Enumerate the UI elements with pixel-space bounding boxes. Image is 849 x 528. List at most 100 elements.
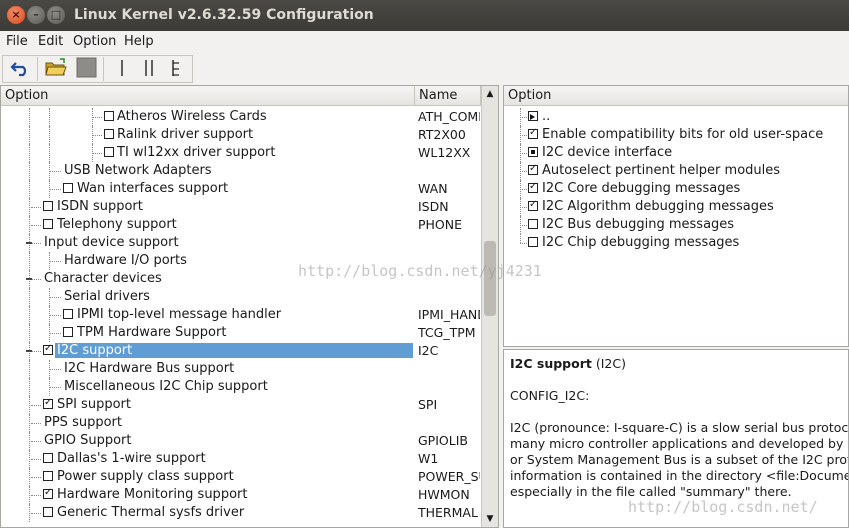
sub-option-row[interactable]: I2C Bus debugging messages: [504, 216, 844, 234]
tree-row[interactable]: USB Network Adapters: [1, 162, 481, 180]
tree-line: [29, 126, 30, 144]
save-icon[interactable]: [75, 57, 99, 79]
checkbox-icon[interactable]: [43, 219, 53, 229]
sub-option-row[interactable]: I2C Chip debugging messages: [504, 234, 844, 252]
tree-line: [29, 414, 30, 432]
scroll-up-arrow-icon[interactable]: ▲: [482, 86, 498, 102]
sub-option-row[interactable]: I2C Algorithm debugging messages: [504, 198, 844, 216]
tree-row[interactable]: TPM Hardware Support TCG_TPM: [1, 324, 481, 342]
tree-row[interactable]: I2C support I2C: [1, 342, 481, 360]
checked-checkbox-icon[interactable]: [43, 399, 53, 409]
sub-option-label: I2C Bus debugging messages: [542, 217, 735, 232]
sub-option-panel[interactable]: Option .. Enable compatibility bits for o…: [503, 85, 849, 347]
minimize-button[interactable]: –: [27, 6, 45, 24]
tree-line: [29, 216, 30, 234]
tree-line: [31, 423, 41, 424]
checked-checkbox-icon[interactable]: [528, 129, 538, 139]
checkbox-icon[interactable]: [63, 327, 73, 337]
tree-row[interactable]: IPMI top-level message handler IPMI_HANDL…: [1, 306, 481, 324]
checkbox-icon[interactable]: [104, 129, 114, 139]
checkbox-icon[interactable]: [104, 111, 114, 121]
checkbox-icon[interactable]: [63, 183, 73, 193]
sub-option-row[interactable]: ..: [504, 108, 844, 126]
tree-row-label: Atheros Wireless Cards: [117, 109, 267, 124]
tree-row[interactable]: Miscellaneous I2C Chip support: [1, 378, 481, 396]
checkbox-icon[interactable]: [63, 309, 73, 319]
tree-row[interactable]: Dallas's 1-wire support W1: [1, 450, 481, 468]
help-line: many micro controller applications and d…: [510, 436, 849, 451]
tree-line: [520, 171, 527, 172]
menu-edit[interactable]: Edit: [38, 34, 63, 49]
menu-option[interactable]: Option: [73, 34, 116, 49]
checkbox-icon[interactable]: [528, 237, 538, 247]
checked-checkbox-icon[interactable]: [43, 345, 53, 355]
sub-option-row[interactable]: I2C device interface: [504, 144, 844, 162]
column-header-option[interactable]: Option: [1, 86, 415, 106]
checkbox-icon[interactable]: [43, 201, 53, 211]
parent-menu-icon[interactable]: [528, 111, 538, 121]
maximize-button[interactable]: □: [47, 6, 65, 24]
collapse-icon[interactable]: [26, 242, 32, 244]
watermark: http://blog.csdn.net/yj4231: [298, 262, 542, 280]
tree-row-symbol: WAN: [418, 181, 448, 196]
checkbox-icon[interactable]: [43, 453, 53, 463]
close-button[interactable]: ×: [7, 6, 25, 24]
full-view-icon[interactable]: [164, 57, 188, 79]
tree-row[interactable]: ISDN support ISDN: [1, 198, 481, 216]
back-icon[interactable]: [9, 57, 33, 79]
sub-option-row[interactable]: Autoselect pertinent helper modules: [504, 162, 844, 180]
tree-row-label: IPMI top-level message handler: [77, 307, 282, 322]
tree-row[interactable]: GPIO Support GPIOLIB: [1, 432, 481, 450]
collapse-icon[interactable]: [26, 278, 32, 280]
sub-option-label: Enable compatibility bits for old user-s…: [542, 127, 824, 142]
module-checkbox-icon[interactable]: [528, 147, 538, 157]
tree-row[interactable]: Atheros Wireless Cards ATH_COMMON: [1, 108, 481, 126]
checkbox-icon[interactable]: [43, 507, 53, 517]
tree-row-label: SPI support: [57, 397, 131, 412]
tree-row[interactable]: Serial drivers: [1, 288, 481, 306]
collapse-icon[interactable]: [26, 350, 32, 352]
checked-checkbox-icon[interactable]: [528, 201, 538, 211]
title-bar: × – □ Linux Kernel v2.6.32.59 Configurat…: [0, 0, 849, 31]
tree-row[interactable]: PPS support: [1, 414, 481, 432]
tree-row[interactable]: Generic Thermal sysfs driver THERMAL: [1, 504, 481, 522]
split-view-icon[interactable]: [137, 57, 161, 79]
tree-row[interactable]: Power supply class support POWER_SUPPLY: [1, 468, 481, 486]
toolbar-separator: [37, 57, 38, 81]
tree-line: [49, 261, 61, 262]
tree-row[interactable]: I2C Hardware Bus support: [1, 360, 481, 378]
help-text: I2C support (I2C) CONFIG_I2C: I2C (prono…: [510, 356, 849, 500]
tree-row[interactable]: Ralink driver support RT2X00: [1, 126, 481, 144]
checkbox-icon[interactable]: [104, 147, 114, 157]
tree-row[interactable]: Telephony support PHONE: [1, 216, 481, 234]
tree-row-label: Generic Thermal sysfs driver: [57, 505, 245, 520]
tree-line: [520, 117, 527, 118]
checked-checkbox-icon[interactable]: [528, 165, 538, 175]
option-tree-panel[interactable]: Option Name Atheros Wireless Cards ATH_CO…: [0, 85, 499, 528]
checkbox-icon[interactable]: [528, 219, 538, 229]
single-view-icon[interactable]: [110, 57, 134, 79]
vertical-scrollbar[interactable]: ▲ ▼: [481, 86, 498, 527]
checked-checkbox-icon[interactable]: [528, 183, 538, 193]
sub-option-row[interactable]: Enable compatibility bits for old user-s…: [504, 126, 844, 144]
column-header-name[interactable]: Name: [415, 86, 481, 106]
menu-help[interactable]: Help: [124, 34, 154, 49]
tree-row[interactable]: Wan interfaces support WAN: [1, 180, 481, 198]
tree-row-symbol: SPI: [418, 397, 438, 412]
sub-option-label: Autoselect pertinent helper modules: [542, 163, 781, 178]
menu-file[interactable]: File: [6, 34, 28, 49]
column-header-option[interactable]: Option: [504, 86, 848, 106]
tree-line: [29, 432, 30, 450]
tree-row[interactable]: SPI support SPI: [1, 396, 481, 414]
scroll-down-arrow-icon[interactable]: ▼: [482, 511, 498, 527]
sub-option-row[interactable]: I2C Core debugging messages: [504, 180, 844, 198]
checked-checkbox-icon[interactable]: [43, 489, 53, 499]
tree-row-label: Ralink driver support: [117, 127, 254, 142]
open-folder-icon[interactable]: [44, 57, 68, 79]
tree-row[interactable]: Input device support: [1, 234, 481, 252]
tree-row[interactable]: Hardware Monitoring support HWMON: [1, 486, 481, 504]
checkbox-icon[interactable]: [43, 471, 53, 481]
tree-row[interactable]: TI wl12xx driver support WL12XX: [1, 144, 481, 162]
help-title: I2C support: [510, 356, 592, 371]
tree-line: [520, 189, 527, 190]
